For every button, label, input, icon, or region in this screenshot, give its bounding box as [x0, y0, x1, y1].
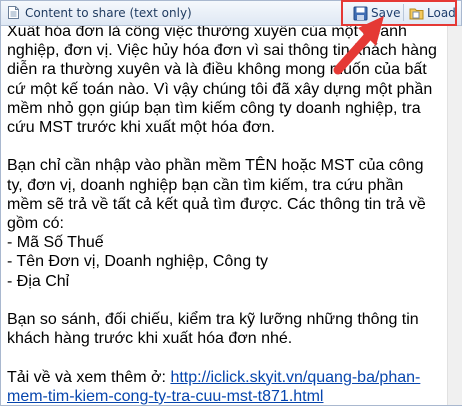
- footer-line: Tải về và xem thêm ở: http://iclick.skyi…: [7, 368, 443, 405]
- document-icon: [8, 6, 19, 19]
- list-item: - Tên Đơn vị, Doanh nghiệp, Công ty: [7, 253, 269, 271]
- load-icon: [409, 8, 424, 19]
- paragraph-intro: Xuất hóa đơn là công việc thường xuyên c…: [7, 26, 437, 137]
- paragraph-advice: Bạn so sánh, đối chiếu, kiểm tra kỹ lưỡn…: [7, 311, 419, 348]
- list-item: - Mã Số Thuế: [7, 234, 104, 252]
- footer-prefix: Tải về và xem thêm ở:: [7, 368, 171, 386]
- list-item: - Địa Chỉ: [7, 272, 70, 290]
- window-title: Content to share (text only): [25, 6, 192, 20]
- share-text-area[interactable]: Xuất hóa đơn là công việc thường xuyên c…: [1, 26, 447, 405]
- vertical-scrollbar[interactable]: [447, 26, 462, 405]
- save-icon: [353, 6, 368, 20]
- toolbar-separator: [403, 4, 404, 21]
- save-button[interactable]: Save: [353, 4, 400, 22]
- load-label: Load: [427, 6, 456, 20]
- share-window: Content to share (text only) Xuất hóa đơ…: [0, 0, 462, 406]
- load-button[interactable]: Load: [409, 4, 456, 22]
- save-label: Save: [371, 6, 401, 20]
- paragraph-instructions: Bạn chỉ cần nhập vào phần mềm TÊN hoặc M…: [7, 157, 426, 233]
